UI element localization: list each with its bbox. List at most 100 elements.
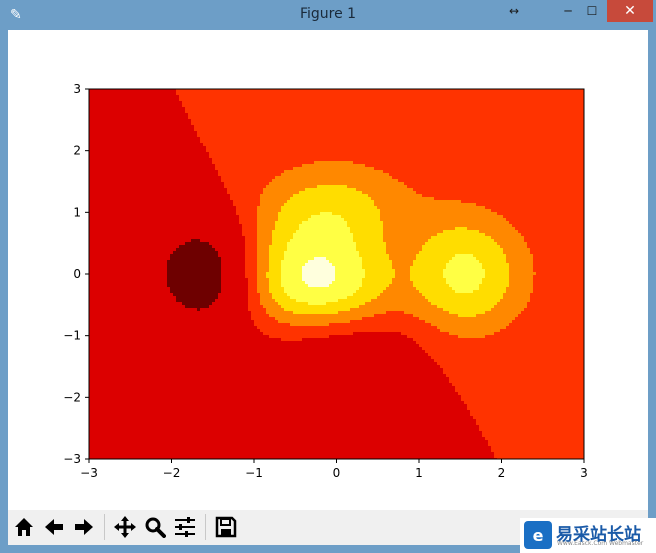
contour-cell [257,233,273,237]
close-button[interactable]: ✕ [607,0,653,22]
contour-cell [89,149,207,153]
contour-cell [89,257,171,261]
contour-cell [305,188,357,192]
contour-cell [89,200,234,204]
contour-cell [293,167,375,171]
contour-cell [212,161,315,165]
contour-cell [89,242,186,246]
contour-cell [449,377,585,381]
contour-cell [368,194,423,198]
contour-cell [293,233,354,237]
contour-cell [89,143,204,147]
contour-cell [89,386,456,390]
contour-cell [341,215,381,219]
contour-cell [413,188,585,192]
contour-cell [176,299,216,303]
y-tick-label: 1 [73,205,81,219]
contour-cell [494,239,525,243]
contour-cell [455,389,585,393]
contour-cell [257,227,276,231]
contour-cell [257,269,270,273]
magnifier-icon [145,517,166,538]
configure-subplots-button[interactable] [171,513,199,541]
contour-cell [173,251,219,255]
home-button[interactable] [10,513,38,541]
contour-cell [227,191,264,195]
contour-cell [284,290,357,294]
maximize-button[interactable]: ☐ [580,0,604,22]
contour-cell [200,140,585,144]
contour-cell [452,383,585,387]
contour-cell [533,260,585,264]
contour-cell [215,167,294,171]
contour-cell [422,347,585,351]
contour-cell [257,212,279,216]
contour-cell [431,302,498,306]
contour-cell [221,257,246,261]
contour-cell [89,341,417,345]
contour-cell [245,272,258,276]
y-tick-label: −2 [63,390,81,404]
contour-cell [383,224,513,228]
contour-cell [89,188,228,192]
contour-cell [533,278,585,282]
contour-cell [422,194,585,198]
contour-cell [89,437,486,441]
contour-cell [242,227,258,231]
contour-cell [215,164,303,168]
contour-cell [419,290,456,294]
contour-cell [89,410,471,414]
contour-cell [245,260,258,264]
contour-cell [302,269,336,273]
contour-cell [416,191,585,195]
contour-cell [425,242,498,246]
contour-cell [530,296,585,300]
save-button[interactable] [212,513,240,541]
zoom-button[interactable] [141,513,169,541]
minimize-button[interactable]: ─ [556,0,580,22]
contour-cell [224,182,270,186]
contour-cell [245,275,258,279]
contour-cell [527,245,585,249]
contour-plot[interactable]: −3 −2 −1 0 1 2 3 3 2 1 0 −1 −2 −3 [8,30,648,510]
contour-cell [371,197,435,201]
resize-icon[interactable]: ↔ [502,0,526,22]
contour-cell [89,395,462,399]
pan-button[interactable] [111,513,139,541]
contour-cell [176,92,585,96]
contour-cell [197,308,201,312]
contour-cell [89,350,426,354]
contour-cell [365,302,432,306]
contour-cell [173,293,219,297]
contour-cell [221,176,276,180]
contour-cell [503,251,531,255]
contour-cell [362,281,393,285]
contour-cell [269,284,282,288]
contour-cell [233,200,261,204]
contour-cell [383,170,585,174]
contour-cell [359,251,387,255]
contour-cell [350,227,384,231]
contour-cell [362,191,417,195]
title-bar[interactable]: ✎ Figure 1 ↔ ─ ☐ ✕ [0,0,656,30]
forward-button[interactable] [70,513,98,541]
contour-cell [221,260,246,264]
contour-cell [248,293,261,297]
contour-cell [533,287,585,291]
contour-cell [374,200,462,204]
back-button[interactable] [40,513,68,541]
contour-cell [479,260,507,264]
contour-cell [263,188,306,192]
contour-cell [215,299,249,303]
contour-cell [257,218,279,222]
contour-cell [89,287,171,291]
contour-cell [461,395,585,399]
contour-cell [89,101,183,105]
contour-cell [251,317,276,321]
contour-cell [89,293,174,297]
contour-cell [89,209,237,213]
contour-cell [380,218,507,222]
contour-cell [392,176,585,180]
contour-cell [89,314,252,318]
contour-cell [347,221,384,225]
